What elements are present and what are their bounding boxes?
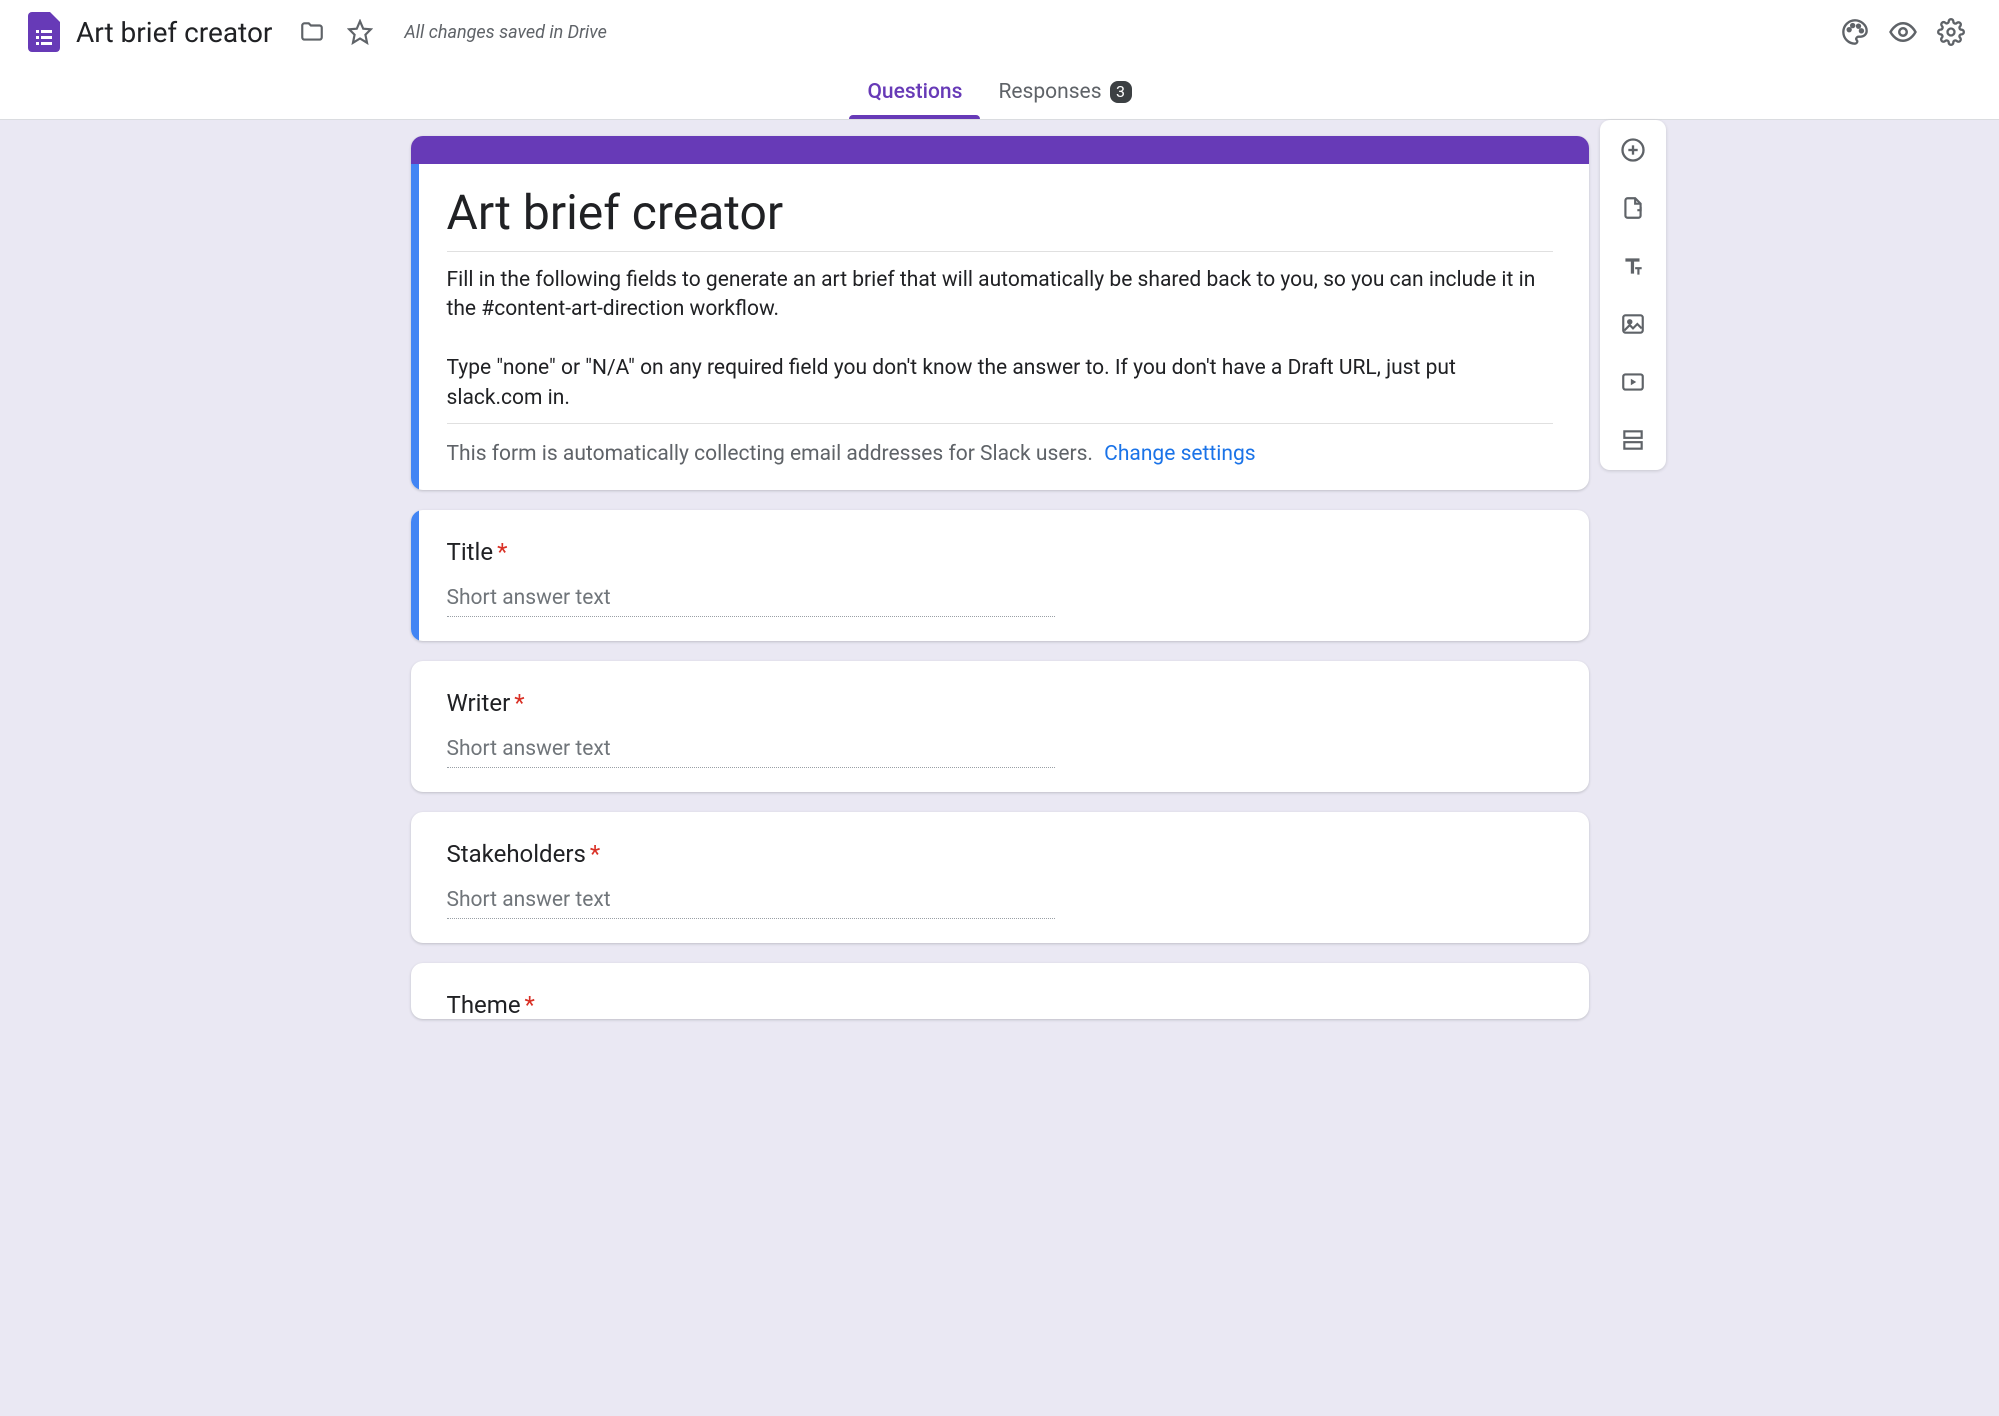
add-image-button[interactable] bbox=[1613, 304, 1653, 344]
palette-icon bbox=[1841, 18, 1869, 46]
settings-button[interactable] bbox=[1931, 12, 1971, 52]
save-status: All changes saved in Drive bbox=[404, 22, 606, 43]
gear-icon bbox=[1937, 18, 1965, 46]
form-title[interactable]: Art brief creator bbox=[447, 184, 1553, 252]
question-label[interactable]: Writer* bbox=[447, 689, 1553, 717]
tab-responses[interactable]: Responses 3 bbox=[980, 64, 1149, 119]
folder-icon bbox=[299, 19, 325, 45]
app-header: Art brief creator All changes saved in D… bbox=[0, 0, 1999, 64]
import-questions-button[interactable] bbox=[1613, 188, 1653, 228]
text-icon bbox=[1620, 253, 1646, 279]
import-file-icon bbox=[1620, 195, 1646, 221]
section-icon bbox=[1620, 427, 1646, 453]
preview-button[interactable] bbox=[1883, 12, 1923, 52]
question-label[interactable]: Stakeholders* bbox=[447, 840, 1553, 868]
email-collection-notice: This form is automatically collecting em… bbox=[447, 442, 1553, 466]
short-answer-input: Short answer text bbox=[447, 888, 1055, 919]
change-settings-link[interactable]: Change settings bbox=[1104, 442, 1255, 466]
required-star-icon: * bbox=[590, 840, 600, 868]
short-answer-input: Short answer text bbox=[447, 586, 1055, 617]
image-icon bbox=[1620, 311, 1646, 337]
form-canvas: Art brief creator Fill in the following … bbox=[0, 120, 1999, 1416]
add-question-button[interactable] bbox=[1613, 130, 1653, 170]
question-toolbar bbox=[1600, 120, 1666, 470]
question-label[interactable]: Theme* bbox=[447, 991, 1553, 1019]
plus-circle-icon bbox=[1619, 136, 1647, 164]
form-header-card[interactable]: Art brief creator Fill in the following … bbox=[411, 136, 1589, 490]
question-label[interactable]: Title* bbox=[447, 538, 1553, 566]
question-card[interactable]: Theme* bbox=[411, 963, 1589, 1019]
required-star-icon: * bbox=[525, 991, 535, 1019]
add-section-button[interactable] bbox=[1613, 420, 1653, 460]
eye-icon bbox=[1888, 17, 1918, 47]
star-icon bbox=[347, 19, 373, 45]
short-answer-input: Short answer text bbox=[447, 737, 1055, 768]
tab-questions-label: Questions bbox=[867, 80, 962, 104]
form-description[interactable]: Fill in the following fields to generate… bbox=[447, 266, 1553, 424]
required-star-icon: * bbox=[514, 689, 524, 717]
responses-count-badge: 3 bbox=[1110, 81, 1132, 103]
required-star-icon: * bbox=[497, 538, 507, 566]
forms-logo-icon[interactable] bbox=[24, 12, 64, 52]
video-icon bbox=[1620, 369, 1646, 395]
question-card[interactable]: Stakeholders* Short answer text bbox=[411, 812, 1589, 943]
doc-title[interactable]: Art brief creator bbox=[76, 16, 272, 49]
question-card[interactable]: Title* Short answer text bbox=[411, 510, 1589, 641]
question-card[interactable]: Writer* Short answer text bbox=[411, 661, 1589, 792]
add-title-button[interactable] bbox=[1613, 246, 1653, 286]
star-button[interactable] bbox=[340, 12, 380, 52]
tab-questions[interactable]: Questions bbox=[849, 64, 980, 119]
move-to-folder-button[interactable] bbox=[292, 12, 332, 52]
add-video-button[interactable] bbox=[1613, 362, 1653, 402]
customize-theme-button[interactable] bbox=[1835, 12, 1875, 52]
tab-responses-label: Responses bbox=[998, 80, 1101, 104]
tabs: Questions Responses 3 bbox=[0, 64, 1999, 120]
